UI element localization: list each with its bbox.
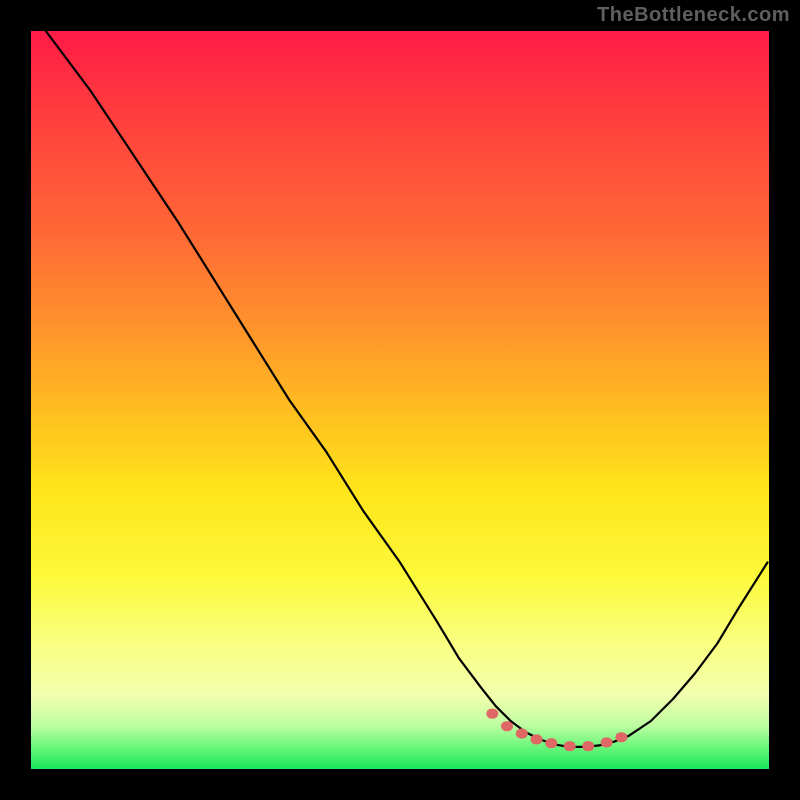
chart-frame: TheBottleneck.com [0,0,800,800]
attribution-text: TheBottleneck.com [597,4,790,27]
curve-marker [486,709,498,719]
bottleneck-curve [31,31,769,769]
curve-marker [545,738,557,748]
curve-marker [531,734,543,744]
curve-marker [601,737,613,747]
plot-area [31,31,769,769]
curve-marker [516,729,528,739]
curve-marker [582,741,594,751]
curve-marker [615,732,627,742]
curve-marker [564,741,576,751]
curve-marker [501,721,513,731]
